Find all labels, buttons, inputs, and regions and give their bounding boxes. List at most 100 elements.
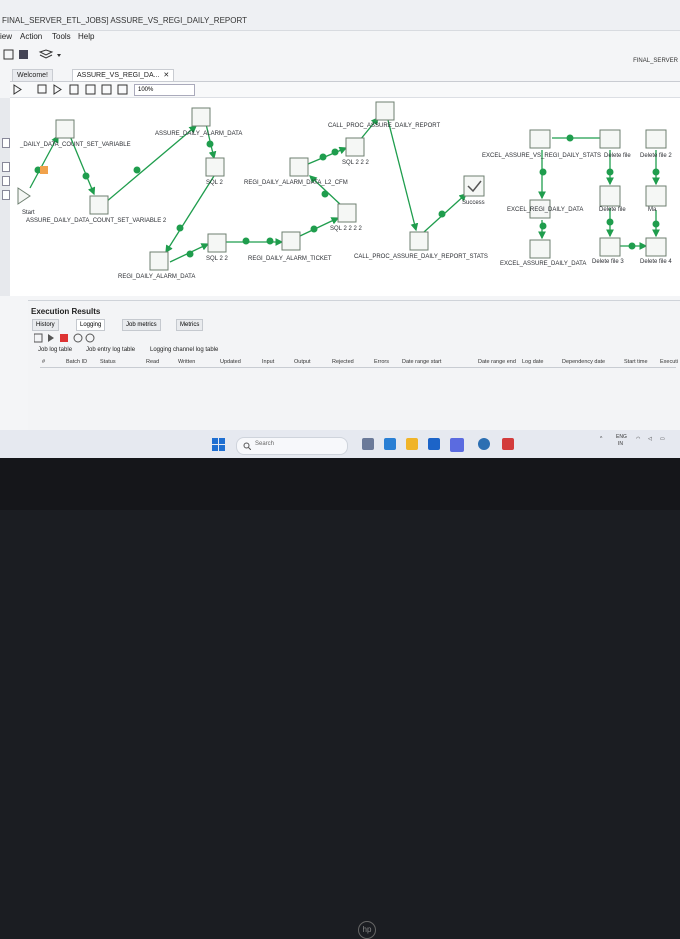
grid-icon[interactable] (101, 84, 112, 95)
tab-logging[interactable]: Logging (76, 319, 106, 331)
clock-icon[interactable] (85, 333, 95, 343)
success-icon[interactable] (463, 175, 485, 197)
tab-history[interactable]: History (32, 319, 59, 331)
column-header[interactable]: Rejected (332, 359, 354, 365)
sql-icon[interactable] (337, 203, 357, 223)
palette-item[interactable] (2, 162, 10, 172)
region-indicator[interactable]: IN (618, 441, 623, 447)
sql-icon[interactable] (375, 101, 395, 121)
set-variable-icon[interactable] (55, 119, 75, 139)
explore-icon[interactable] (85, 84, 96, 95)
column-header[interactable]: Date range start (402, 359, 441, 365)
play-icon[interactable] (48, 334, 54, 342)
stop-icon[interactable] (37, 84, 47, 94)
new-file-icon[interactable] (3, 49, 14, 60)
sql-icon[interactable] (345, 137, 365, 157)
chevron-down-icon[interactable] (57, 54, 61, 57)
start-icon[interactable] (17, 187, 31, 205)
palette-item[interactable] (2, 176, 10, 186)
transformation-icon[interactable] (191, 107, 211, 127)
transformation-icon[interactable] (149, 251, 169, 271)
menu-action[interactable]: Action (20, 32, 42, 41)
sql-icon[interactable] (205, 157, 225, 177)
file-delete-icon[interactable] (599, 129, 621, 149)
node-label: Delete file (599, 207, 626, 213)
sql-icon[interactable] (409, 231, 429, 251)
outlook-icon[interactable] (428, 438, 440, 450)
column-header[interactable]: Dependency date (562, 359, 605, 365)
folder-icon[interactable] (406, 438, 418, 450)
column-header[interactable]: Output (294, 359, 311, 365)
layout-icon[interactable] (117, 84, 128, 95)
column-header[interactable]: Read (146, 359, 159, 365)
node-label: SQL 2 2 2 (342, 160, 369, 166)
tab-welcome[interactable]: Welcome! (12, 69, 53, 81)
tab-metrics[interactable]: Metrics (176, 319, 204, 331)
column-header[interactable]: Updated (220, 359, 241, 365)
delete-icon[interactable] (60, 334, 68, 342)
tab-job-metrics[interactable]: Job metrics (122, 319, 161, 331)
hop[interactable] (387, 119, 419, 232)
column-header[interactable]: Written (178, 359, 195, 365)
column-header[interactable]: Log date (522, 359, 543, 365)
windows-icon[interactable] (212, 438, 226, 452)
volume-icon[interactable]: ◁ (648, 436, 652, 442)
main-toolbar-icons (3, 49, 61, 60)
lang-indicator[interactable]: ENG (616, 434, 627, 440)
tab-job[interactable]: ASSURE_VS_REGI_DA... ✕ (72, 69, 175, 81)
palette-item[interactable] (2, 138, 10, 148)
column-header[interactable]: Executi (660, 359, 678, 365)
transformation-icon[interactable] (281, 231, 301, 251)
menu-view[interactable]: iew (0, 32, 12, 41)
file-delete-icon[interactable] (599, 237, 621, 257)
file-delete-icon[interactable] (645, 129, 667, 149)
tray-chevron-icon[interactable]: ^ (600, 436, 602, 442)
app-icon[interactable] (502, 438, 514, 450)
subtab-job-entry-log[interactable]: Job entry log table (86, 347, 135, 353)
wifi-icon[interactable]: ◠ (636, 436, 640, 442)
zoom-select[interactable]: 100% (134, 84, 195, 96)
hop[interactable] (359, 116, 379, 141)
column-header[interactable]: Date range end (478, 359, 516, 365)
column-header[interactable]: Start time (624, 359, 648, 365)
excel-icon[interactable] (529, 239, 551, 259)
node-label: ASSURE_DAILY_DATA_COUNT_SET_VARIABLE 2 (26, 218, 167, 224)
hop[interactable] (165, 175, 215, 254)
refresh-icon[interactable] (34, 333, 43, 343)
subtab-job-log[interactable]: Job log table (38, 347, 72, 353)
check-icon[interactable] (69, 84, 79, 95)
save-icon[interactable] (19, 50, 28, 59)
menu-help[interactable]: Help (78, 32, 94, 41)
mail-icon[interactable] (645, 185, 667, 207)
task-view-icon[interactable] (362, 438, 374, 450)
column-header[interactable]: Input (262, 359, 274, 365)
hop[interactable] (105, 125, 197, 203)
palette-item[interactable] (2, 190, 10, 200)
close-icon[interactable]: ✕ (161, 72, 169, 79)
preview-icon[interactable] (53, 84, 62, 95)
column-header[interactable]: Status (100, 359, 116, 365)
column-header[interactable]: # (42, 359, 45, 365)
node-label: ASSURE_DAILY_ALARM_DATA (155, 131, 243, 137)
edge-icon[interactable] (384, 438, 396, 450)
run-icon[interactable] (13, 84, 22, 95)
subtab-logging-channel[interactable]: Logging channel log table (150, 347, 218, 353)
battery-icon[interactable]: ▭ (660, 436, 665, 442)
job-canvas[interactable]: Start _DAILY_DATA_COUNT_SET_VARIABLE ASS… (10, 98, 680, 296)
excel-icon[interactable] (529, 129, 551, 149)
column-header[interactable]: Batch ID (66, 359, 87, 365)
transformation-icon[interactable] (289, 157, 309, 177)
title-bar: FINAL_SERVER_ETL_JOBS] ASSURE_VS_REGI_DA… (0, 0, 680, 31)
file-delete-icon[interactable] (645, 237, 667, 257)
sql-icon[interactable] (207, 233, 227, 253)
column-header[interactable]: Errors (374, 359, 389, 365)
file-delete-icon[interactable] (599, 185, 621, 207)
menu-tools[interactable]: Tools (52, 32, 71, 41)
taskbar-search[interactable]: Search (236, 437, 348, 455)
hop[interactable] (307, 146, 348, 165)
set-variable-icon[interactable] (89, 195, 109, 215)
layers-icon[interactable] (38, 49, 54, 59)
undo-icon[interactable] (73, 333, 83, 343)
chrome-icon[interactable] (478, 438, 490, 450)
teams-icon[interactable] (450, 438, 464, 452)
